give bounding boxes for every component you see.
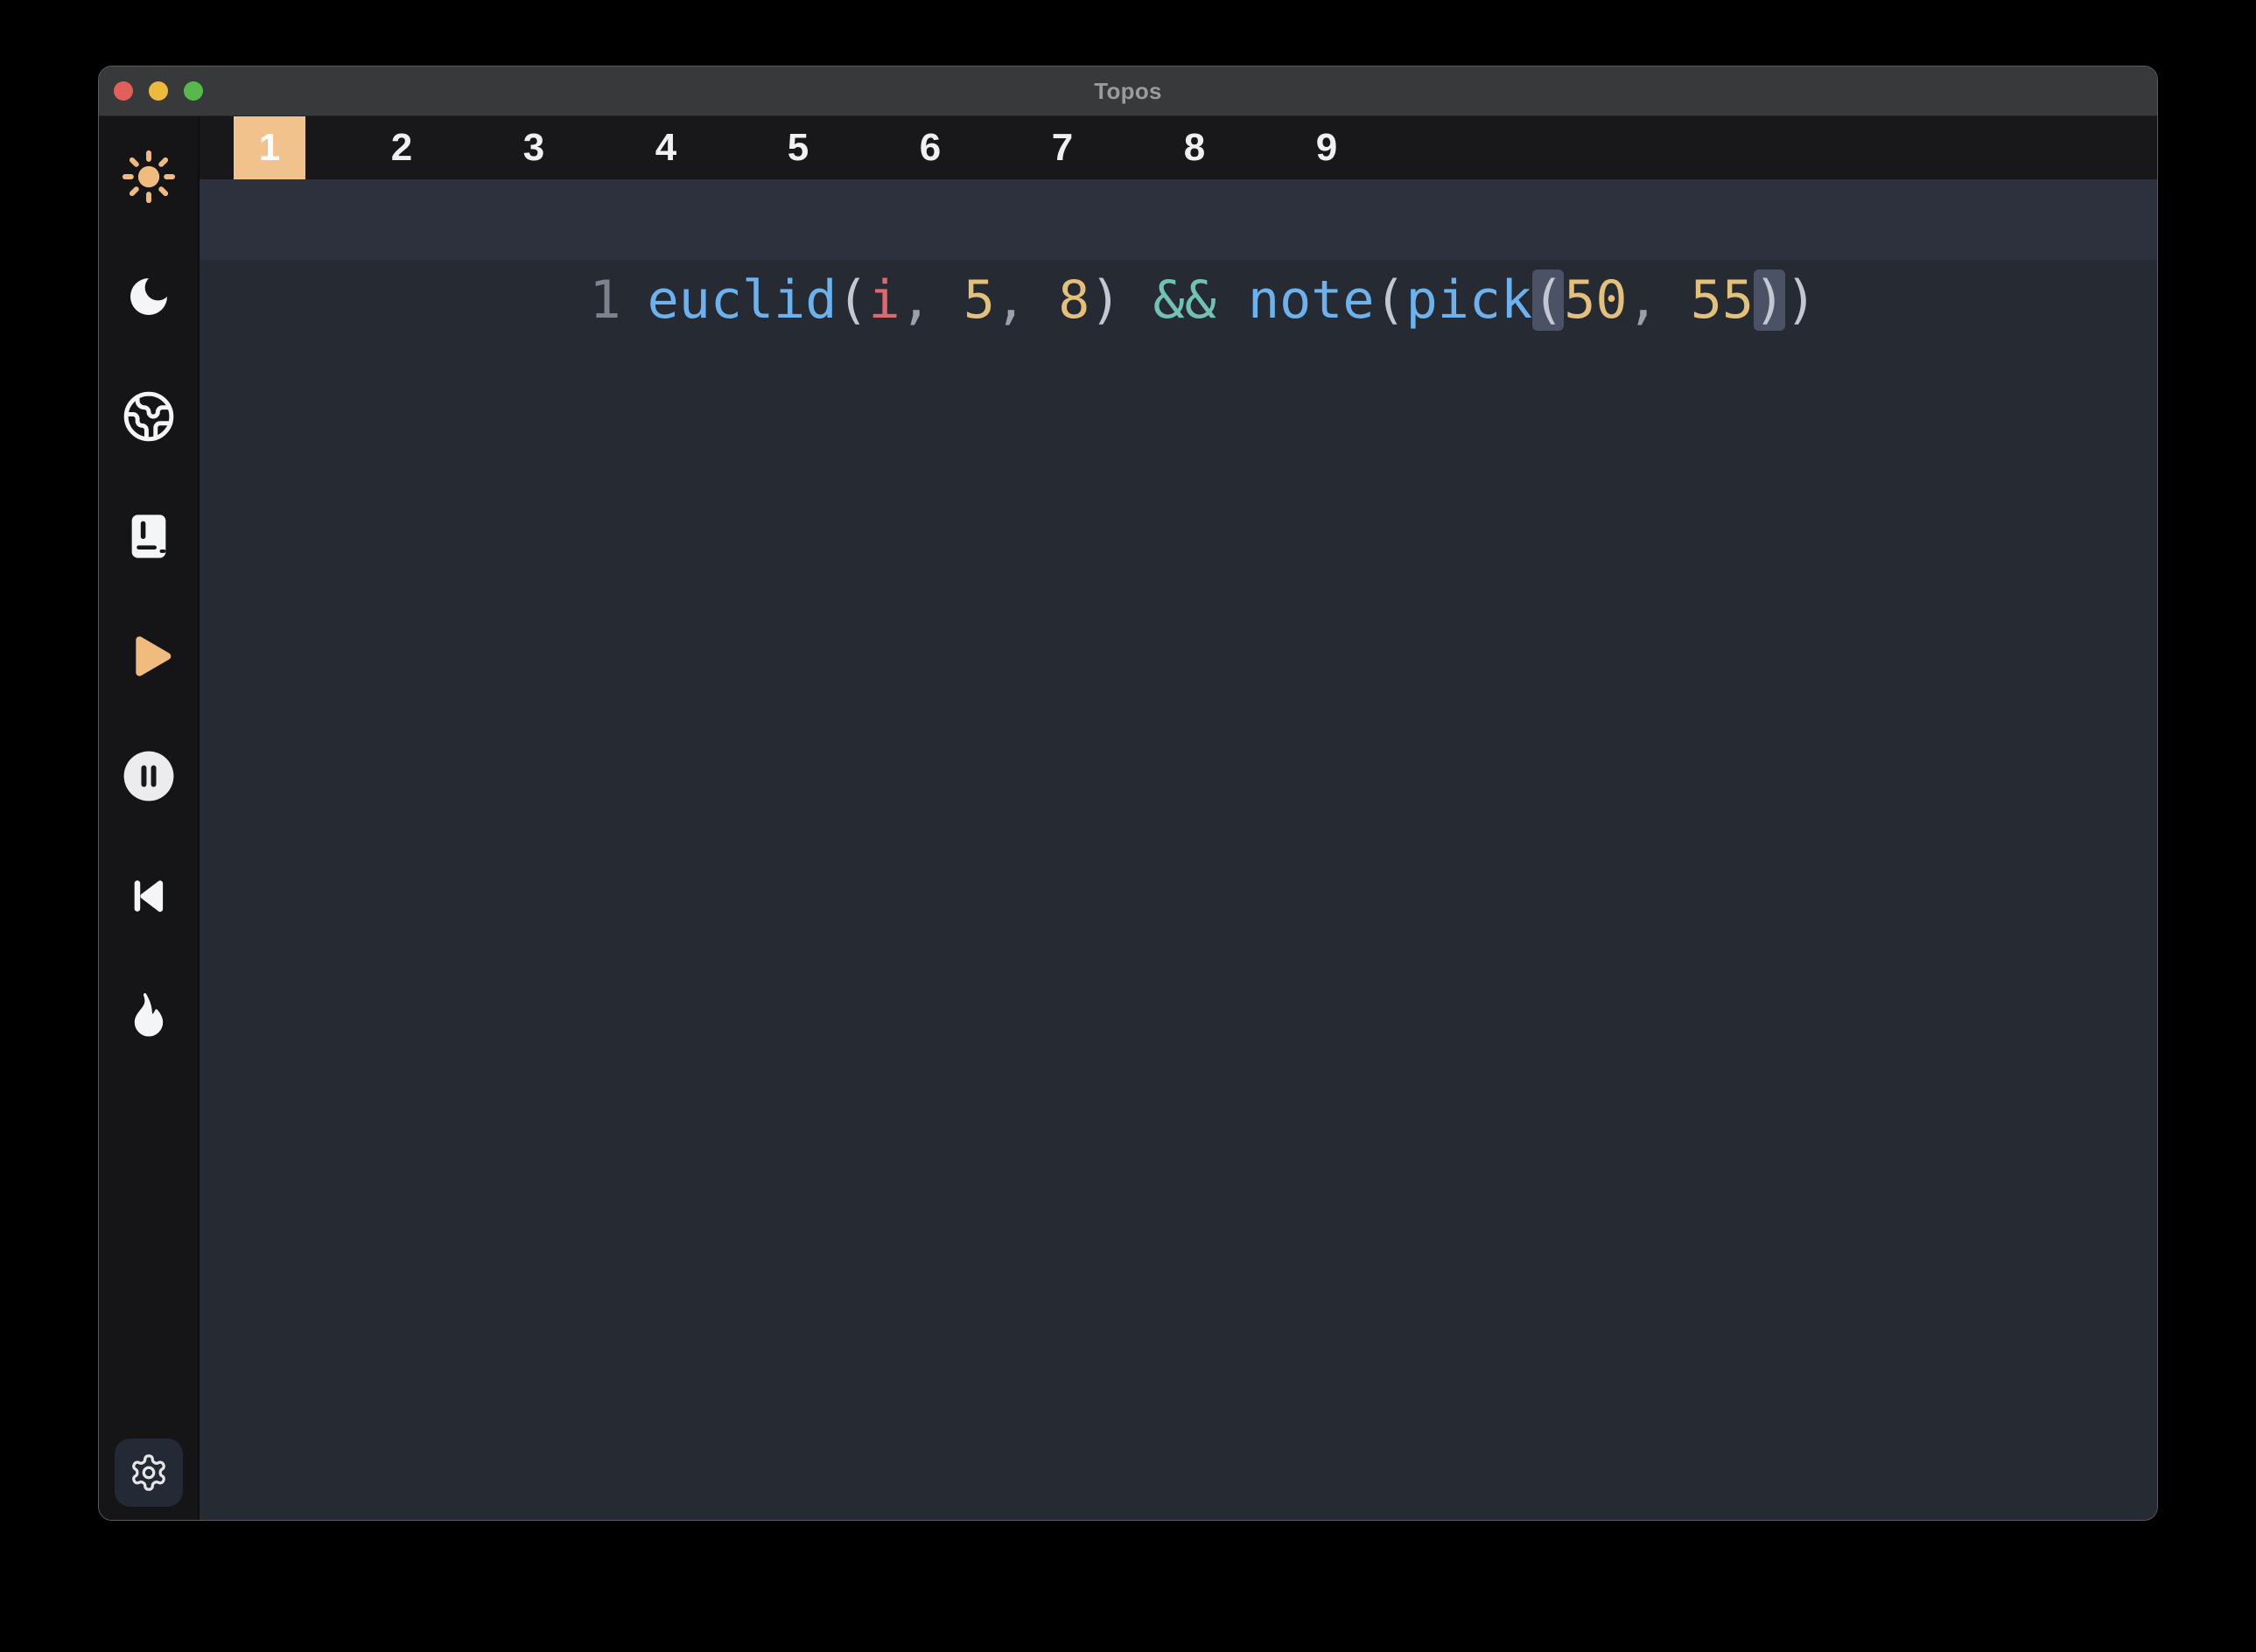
code-token: ( (1374, 270, 1405, 331)
play-button[interactable] (99, 596, 198, 716)
line-number: 1 (589, 270, 620, 331)
dark-theme-button[interactable] (99, 236, 198, 356)
tab-1[interactable]: 1 (234, 116, 305, 179)
tab-8[interactable]: 8 (1159, 116, 1230, 179)
matched-bracket: ) (1754, 270, 1785, 331)
code-token: ) (1089, 270, 1153, 331)
title-bar: Topos (99, 66, 2157, 116)
globe-icon (122, 389, 176, 444)
code-token: , (900, 270, 963, 331)
code-token: 8 (1058, 270, 1089, 331)
sun-icon (122, 150, 176, 204)
code-token: 5 (963, 270, 995, 331)
code-token: i (868, 270, 900, 331)
code-token: && (1153, 270, 1216, 331)
pause-icon (122, 749, 176, 803)
play-icon (121, 628, 177, 684)
sidebar (99, 116, 200, 1520)
code-editor[interactable]: 1euclid(i, 5, 8) && note(pick(50, 55)) (200, 179, 2157, 1520)
main-area: 1 2 3 4 5 6 7 8 9 1euclid(i, 5, 8) && no… (200, 116, 2157, 1520)
moon-icon (124, 272, 173, 321)
topos-window: Topos (98, 66, 2158, 1521)
tab-4[interactable]: 4 (630, 116, 702, 179)
globe-button[interactable] (99, 356, 198, 476)
matched-bracket: ( (1532, 270, 1564, 331)
code-token: ) (1785, 270, 1817, 331)
code-line-1: 1euclid(i, 5, 8) && note(pick(50, 55)) (200, 179, 2157, 260)
tab-3[interactable]: 3 (498, 116, 570, 179)
skip-back-icon (124, 872, 173, 920)
tab-5[interactable]: 5 (762, 116, 834, 179)
flame-icon (123, 990, 174, 1041)
skip-back-button[interactable] (99, 836, 198, 956)
pause-button[interactable] (99, 716, 198, 836)
tab-6[interactable]: 6 (894, 116, 966, 179)
settings-button[interactable] (115, 1438, 183, 1507)
docs-button[interactable] (99, 476, 198, 596)
zoom-button[interactable] (184, 81, 203, 101)
traffic-lights (114, 66, 203, 116)
close-button[interactable] (114, 81, 133, 101)
screen: Topos (0, 0, 2256, 1652)
code-token: note (1248, 270, 1375, 331)
script-tabs: 1 2 3 4 5 6 7 8 9 (200, 116, 2157, 179)
code-token: euclid (648, 270, 837, 331)
code-token (1216, 270, 1248, 331)
tab-2[interactable]: 2 (366, 116, 438, 179)
code-token: 55 (1691, 270, 1754, 331)
book-icon (123, 511, 174, 562)
light-theme-button[interactable] (99, 116, 198, 236)
code-token: , (1627, 270, 1690, 331)
flame-button[interactable] (99, 956, 198, 1075)
gear-icon (129, 1452, 169, 1493)
tab-7[interactable]: 7 (1026, 116, 1098, 179)
code-token: pick (1406, 270, 1533, 331)
minimize-button[interactable] (149, 81, 168, 101)
tab-9[interactable]: 9 (1291, 116, 1363, 179)
code-token: 50 (1564, 270, 1627, 331)
window-title: Topos (1094, 78, 1162, 105)
code-token: , (995, 270, 1058, 331)
code-token: ( (837, 270, 868, 331)
